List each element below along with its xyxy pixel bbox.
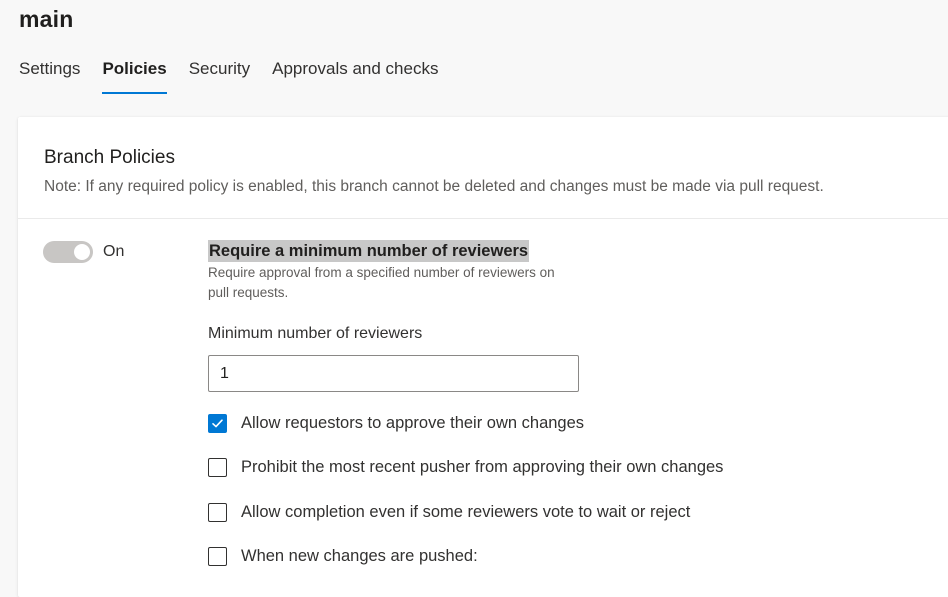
card-header: Branch Policies Note: If any required po…: [18, 117, 948, 219]
allow-completion-checkbox[interactable]: [208, 502, 227, 522]
toggle-label: On: [103, 243, 125, 260]
prohibit-pusher-label: Prohibit the most recent pusher from app…: [241, 458, 724, 476]
min-reviewers-input[interactable]: [208, 355, 579, 392]
card-note: Note: If any required policy is enabled,…: [44, 178, 824, 195]
new-changes-label: When new changes are pushed:: [241, 547, 478, 565]
tab-security[interactable]: Security: [189, 58, 250, 94]
allow-completion-label: Allow completion even if some reviewers …: [241, 503, 691, 521]
page-title: main: [19, 6, 74, 32]
card-title: Branch Policies: [44, 147, 175, 168]
policy-toggle[interactable]: [43, 241, 93, 263]
allow-requestors-checkbox[interactable]: [208, 413, 227, 433]
tab-approvals-and-checks[interactable]: Approvals and checks: [272, 58, 438, 94]
allow-requestors-option[interactable]: Allow requestors to approve their own ch…: [208, 413, 584, 433]
new-changes-checkbox[interactable]: [208, 546, 227, 566]
branch-policies-card: Branch Policies Note: If any required po…: [18, 117, 948, 597]
min-reviewers-label: Minimum number of reviewers: [208, 325, 423, 342]
tab-policies[interactable]: Policies: [102, 58, 167, 94]
policy-info: Require a minimum number of reviewers Re…: [208, 240, 578, 303]
toggle-knob: [74, 244, 90, 260]
allow-completion-option[interactable]: Allow completion even if some reviewers …: [208, 502, 690, 522]
prohibit-pusher-checkbox[interactable]: [208, 457, 227, 477]
policy-description: Require approval from a specified number…: [208, 265, 555, 300]
new-changes-option[interactable]: When new changes are pushed:: [208, 546, 478, 566]
prohibit-pusher-option[interactable]: Prohibit the most recent pusher from app…: [208, 457, 723, 477]
checkmark-icon: [212, 418, 223, 427]
policy-title: Require a minimum number of reviewers: [208, 240, 530, 262]
tab-settings[interactable]: Settings: [19, 58, 80, 94]
tab-bar: Settings Policies Security Approvals and…: [19, 58, 460, 94]
allow-requestors-label: Allow requestors to approve their own ch…: [241, 414, 585, 432]
